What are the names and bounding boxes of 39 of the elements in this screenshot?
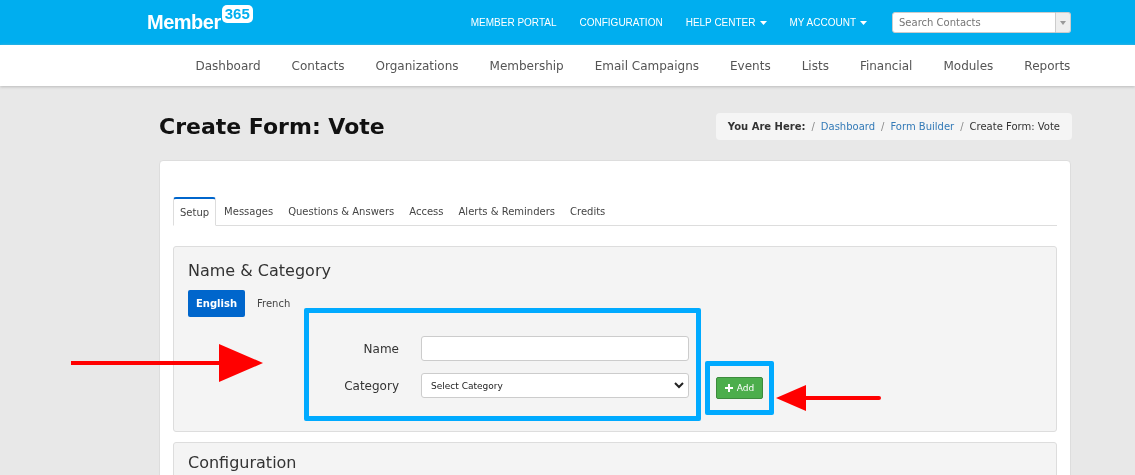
breadcrumb-separator: / xyxy=(811,121,815,132)
language-tab[interactable]: English xyxy=(188,290,246,317)
breadcrumb-link[interactable]: Dashboard xyxy=(820,121,876,132)
main-nav-link[interactable]: Contacts xyxy=(276,58,361,73)
section-title: Name & Category xyxy=(188,261,332,280)
main-nav-link[interactable]: Membership xyxy=(474,58,580,73)
field-label: Category xyxy=(343,378,399,393)
breadcrumb-current: Create Form: Vote xyxy=(969,121,1060,132)
section-title: Configuration xyxy=(188,453,298,472)
plus-icon xyxy=(724,384,733,392)
breadcrumb-separator: / xyxy=(960,121,964,132)
caret-icon xyxy=(759,20,767,25)
main-nav-link[interactable]: Modules xyxy=(927,58,1009,73)
main-nav-link[interactable]: Reports xyxy=(1008,58,1086,73)
breadcrumb-separator: / xyxy=(881,121,885,132)
page-title: Create Form: Vote xyxy=(159,114,385,139)
tab[interactable]: Setup xyxy=(173,197,217,226)
caret-icon xyxy=(1060,20,1066,25)
main-nav-link[interactable]: Dashboard xyxy=(180,58,277,73)
breadcrumb-link[interactable]: Form Builder xyxy=(890,121,955,132)
main-nav-link[interactable]: Events xyxy=(714,58,787,73)
language-tab[interactable]: French xyxy=(251,290,297,317)
tab[interactable]: Alerts & Reminders xyxy=(451,197,563,225)
breadcrumb-label: You Are Here: xyxy=(727,121,806,132)
dropdown-toggle[interactable] xyxy=(1056,12,1071,33)
caret-icon xyxy=(860,20,867,25)
field-label: Name xyxy=(362,341,399,356)
main-nav-link[interactable]: Email Campaigns xyxy=(579,58,715,73)
tab[interactable]: Messages xyxy=(217,197,281,225)
chevron-icon xyxy=(674,382,684,389)
tab[interactable]: Questions & Answers xyxy=(281,197,402,225)
name-input[interactable] xyxy=(421,336,689,361)
tab[interactable]: Access xyxy=(402,197,451,225)
main-nav-link[interactable]: Financial xyxy=(844,58,928,73)
category-select[interactable]: Select Category xyxy=(421,373,689,398)
main-nav-link[interactable]: Lists xyxy=(786,58,845,73)
main-nav-link[interactable]: Organizations xyxy=(360,58,475,73)
tab[interactable]: Credits xyxy=(563,197,613,225)
search-field[interactable]: Search Contacts xyxy=(892,12,1056,33)
